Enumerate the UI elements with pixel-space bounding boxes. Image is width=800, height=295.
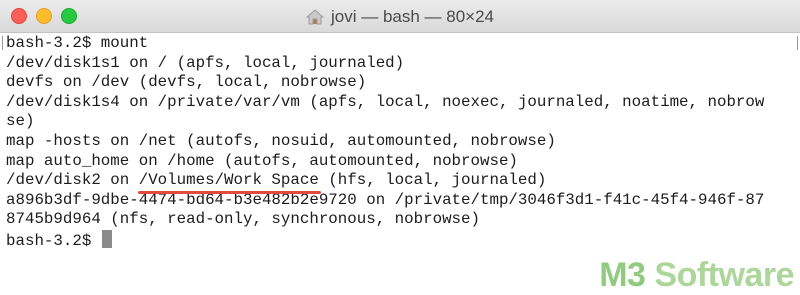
terminal-line: se) <box>6 112 35 131</box>
home-icon <box>305 8 324 24</box>
watermark-software: Software <box>645 256 794 294</box>
terminal-line: devfs on /dev (devfs, local, nobrowse) <box>6 73 367 92</box>
terminal-line: /dev/disk1s1 on / (apfs, local, journale… <box>6 53 405 72</box>
window-title: jovi — bash — 80×24 <box>330 6 494 26</box>
window-title-area: jovi — bash — 80×24 <box>0 0 800 33</box>
text-cursor <box>101 229 112 248</box>
line-suffix: (hfs, local, journaled) <box>318 171 547 190</box>
terminal-line: 8745b9d964 (nfs, read-only, synchronous,… <box>6 210 480 229</box>
terminal-line: bash-3.2$ mount <box>6 34 149 52</box>
terminal-window: jovi — bash — 80×24 bash-3.2$ mount /dev… <box>0 0 800 295</box>
volume-path-highlight: /Volumes/Work Space <box>137 171 321 194</box>
brand-watermark: M3 Software <box>599 256 794 295</box>
prompt: bash-3.2$ <box>6 231 101 250</box>
scroll-indicator-right <box>797 36 798 50</box>
terminal-line: map auto_home on /home (autofs, automoun… <box>6 151 518 170</box>
terminal-line: map -hosts on /net (autofs, nosuid, auto… <box>6 131 556 150</box>
terminal-output[interactable]: bash-3.2$ mount /dev/disk1s1 on / (apfs,… <box>6 34 792 294</box>
scroll-indicator-left <box>2 36 3 50</box>
terminal-line: a896b3df-9dbe-4474-bd64-b3e482b2e9720 on… <box>6 190 765 209</box>
watermark-m3: M3 <box>599 256 646 294</box>
prompt-line[interactable]: bash-3.2$ <box>6 229 792 250</box>
terminal-line-highlighted: /dev/disk2 on /Volumes/Work Space (hfs, … <box>6 171 792 194</box>
line-prefix: /dev/disk2 on <box>6 171 139 190</box>
terminal-line: /dev/disk1s4 on /private/var/vm (apfs, l… <box>6 92 765 111</box>
title-bar[interactable]: jovi — bash — 80×24 <box>0 0 800 33</box>
